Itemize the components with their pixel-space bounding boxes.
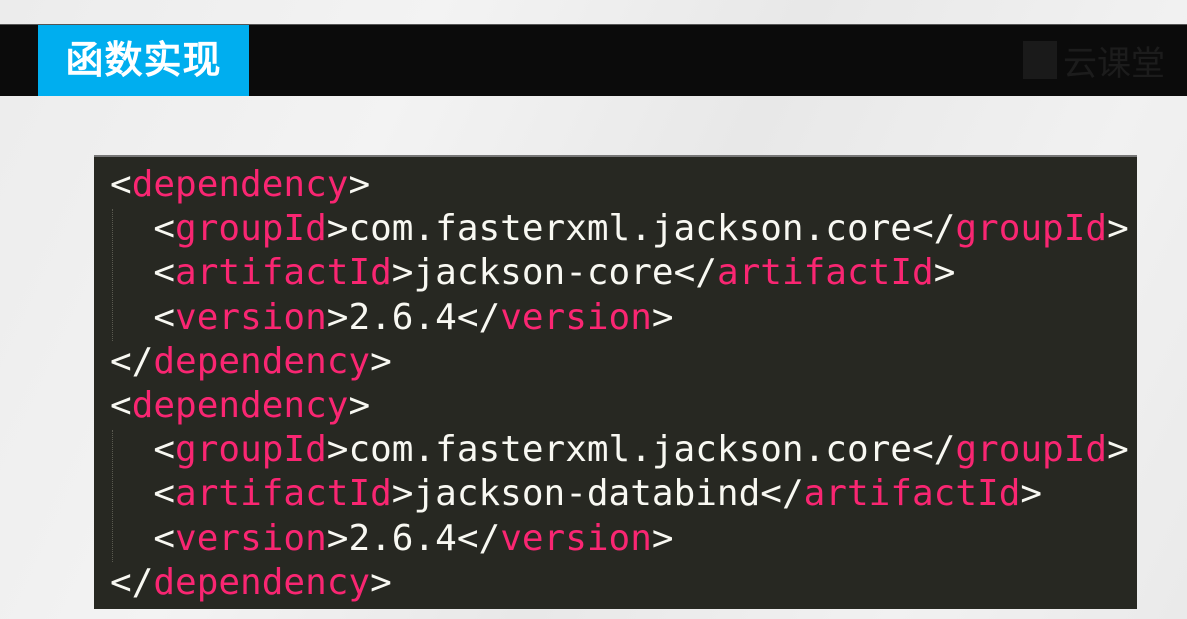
slide-title: 函数实现 bbox=[38, 25, 249, 96]
code-end-close: > bbox=[1107, 208, 1129, 250]
code-end-tag: artifactId bbox=[803, 473, 1021, 515]
code-open: < bbox=[153, 473, 176, 515]
code-text: com.fasterxml.jackson.core bbox=[348, 429, 912, 471]
code-line: <dependency> bbox=[110, 163, 1129, 207]
code-open: < bbox=[153, 252, 176, 294]
code-close: > bbox=[326, 296, 349, 338]
code-end-close: > bbox=[1107, 429, 1129, 471]
code-close: > bbox=[391, 473, 414, 515]
code-tag: version bbox=[175, 296, 327, 338]
code-line: <dependency> bbox=[110, 384, 1129, 428]
code-tag: dependency bbox=[131, 164, 349, 205]
code-open: < bbox=[153, 208, 176, 250]
code-text: jackson-core bbox=[413, 252, 674, 294]
code-tag: groupId bbox=[175, 429, 327, 471]
code-close: > bbox=[326, 429, 349, 471]
code-open: < bbox=[153, 429, 176, 471]
code-end-open: </ bbox=[673, 252, 717, 294]
code-end-close: > bbox=[1020, 473, 1043, 515]
code-end-tag: artifactId bbox=[716, 252, 934, 294]
code-line: </dependency> bbox=[110, 340, 1129, 384]
code-tag: version bbox=[175, 517, 327, 559]
code-open: </ bbox=[110, 561, 154, 603]
code-line: <version>2.6.4</version> bbox=[110, 296, 1129, 340]
code-line: <groupId>com.fasterxml.jackson.core</gro… bbox=[110, 207, 1129, 251]
code-open: < bbox=[110, 385, 132, 427]
logo: 云课堂 bbox=[1023, 35, 1165, 85]
code-line: <groupId>com.fasterxml.jackson.core</gro… bbox=[110, 428, 1129, 472]
code-end-open: </ bbox=[760, 473, 804, 515]
code-open: < bbox=[153, 296, 176, 338]
code-end-close: > bbox=[933, 252, 956, 294]
code-lines: <dependency> <groupId>com.fasterxml.jack… bbox=[110, 163, 1129, 605]
code-end-open: </ bbox=[456, 296, 501, 338]
code-close: > bbox=[370, 340, 392, 382]
code-line: <artifactId>jackson-core</artifactId> bbox=[110, 251, 1129, 295]
slide-header-bar: 函数实现 云课堂 bbox=[0, 24, 1187, 96]
code-line: <artifactId>jackson-databind</artifactId… bbox=[110, 472, 1129, 516]
code-close: > bbox=[391, 252, 414, 294]
code-open: < bbox=[110, 164, 132, 205]
code-end-open: </ bbox=[456, 517, 501, 559]
code-end-tag: groupId bbox=[955, 429, 1108, 471]
code-line: <version>2.6.4</version> bbox=[110, 517, 1129, 561]
code-text: 2.6.4 bbox=[348, 296, 457, 338]
code-open: </ bbox=[110, 340, 154, 382]
code-end-close: > bbox=[651, 296, 674, 338]
code-line: </dependency> bbox=[110, 561, 1129, 605]
code-close: > bbox=[326, 517, 349, 559]
code-close: > bbox=[348, 164, 371, 205]
code-end-tag: version bbox=[500, 296, 652, 338]
code-open: < bbox=[153, 517, 176, 559]
code-tag: artifactId bbox=[175, 252, 392, 294]
code-text: 2.6.4 bbox=[348, 517, 457, 559]
code-close: > bbox=[348, 385, 371, 427]
code-text: com.fasterxml.jackson.core bbox=[348, 208, 912, 250]
code-close: > bbox=[370, 561, 392, 603]
code-close: > bbox=[326, 208, 349, 250]
code-tag: groupId bbox=[175, 208, 327, 250]
code-block: <dependency> <groupId>com.fasterxml.jack… bbox=[94, 155, 1137, 609]
code-end-open: </ bbox=[911, 208, 956, 250]
code-end-tag: groupId bbox=[955, 208, 1108, 250]
code-tag: dependency bbox=[131, 385, 349, 427]
code-tag: dependency bbox=[153, 561, 371, 603]
code-end-tag: version bbox=[500, 517, 652, 559]
logo-text: 云课堂 bbox=[1063, 43, 1165, 84]
code-tag: dependency bbox=[153, 340, 371, 382]
logo-book-icon bbox=[1023, 41, 1057, 79]
code-tag: artifactId bbox=[175, 473, 392, 515]
code-text: jackson-databind bbox=[413, 473, 761, 515]
code-end-open: </ bbox=[911, 429, 956, 471]
code-end-close: > bbox=[651, 517, 674, 559]
